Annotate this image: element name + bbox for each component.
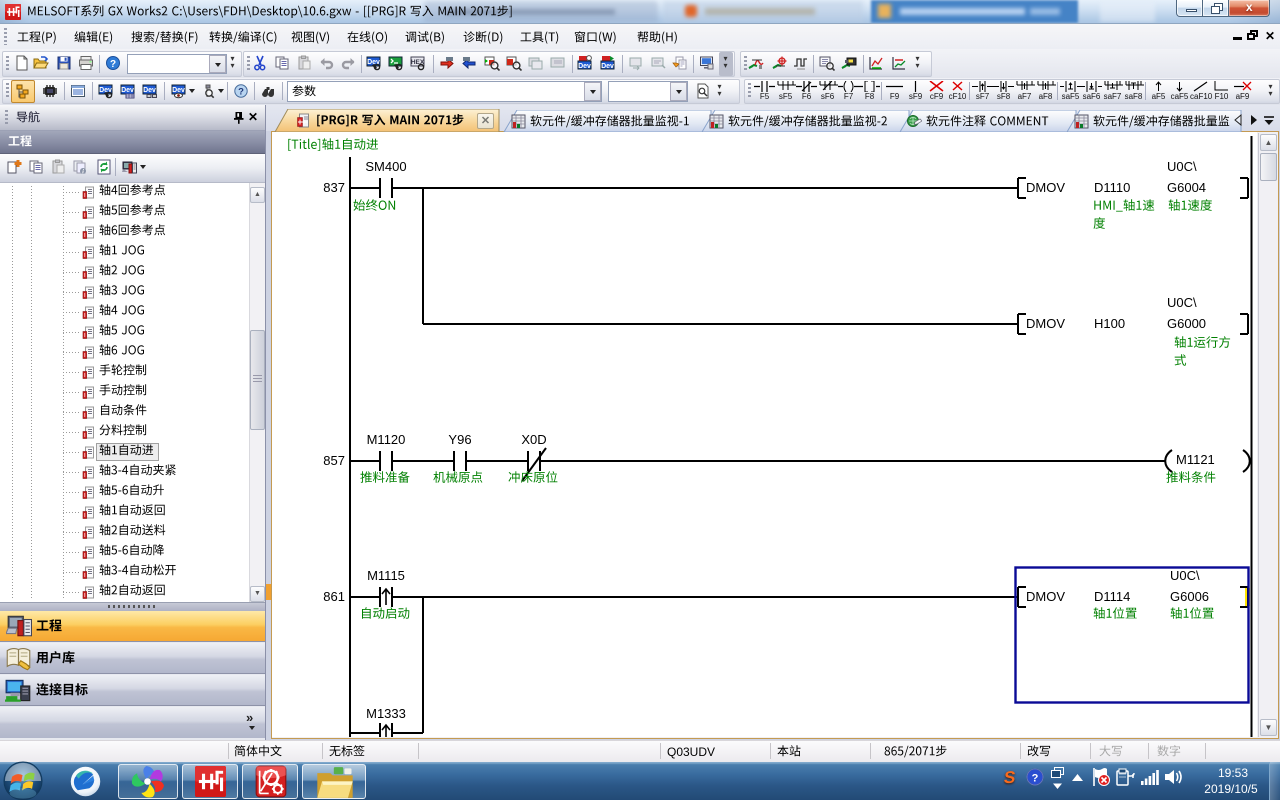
svg-text:?: ?	[1032, 773, 1039, 785]
